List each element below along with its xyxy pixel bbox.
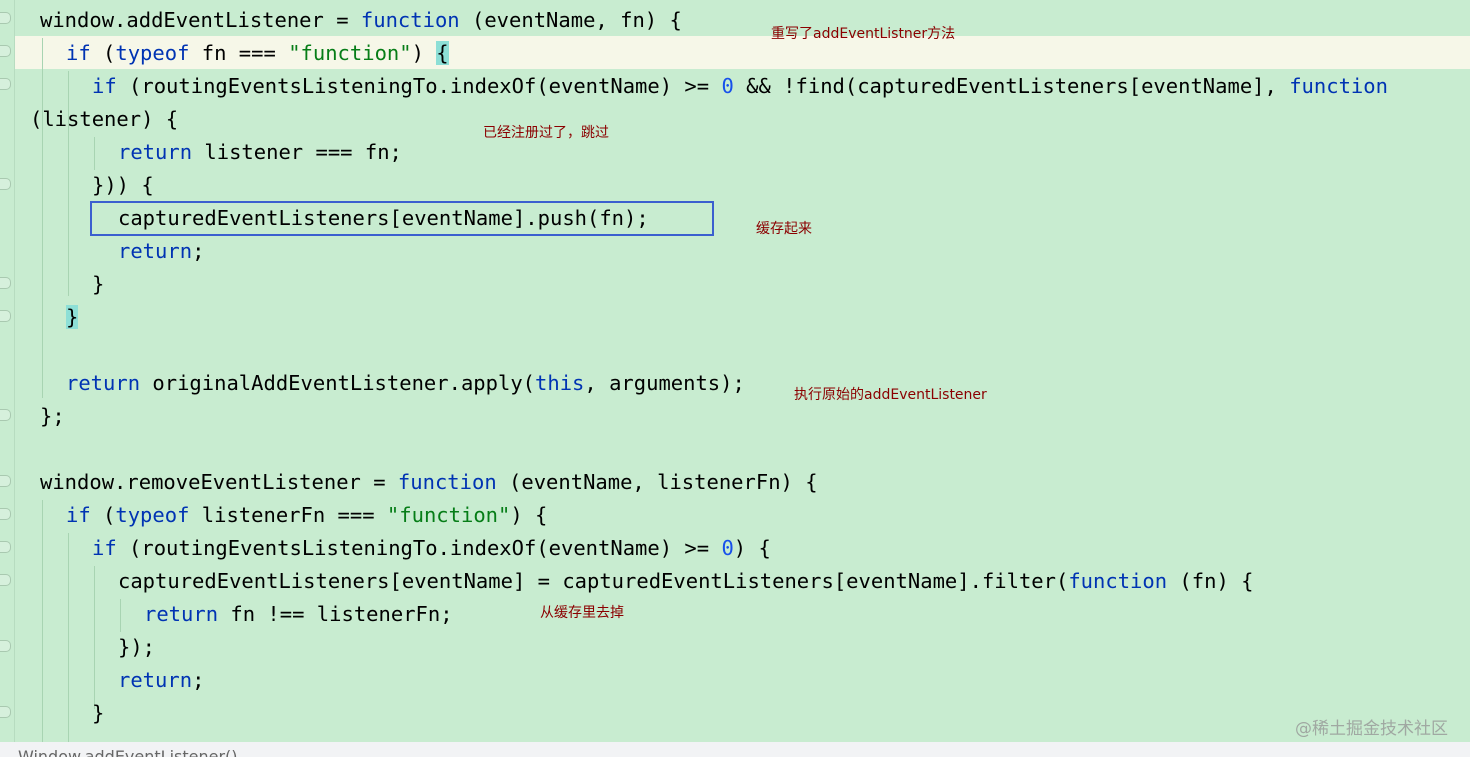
code-line: if (routingEventsListeningTo.indexOf(eve… — [92, 536, 771, 560]
matched-brace: } — [66, 305, 79, 329]
breadcrumb-bar[interactable]: Window.addEventListener() — [0, 742, 1470, 757]
annotation-execute-original: 执行原始的addEventListener — [794, 387, 987, 403]
code-line: return; — [118, 239, 205, 263]
fold-icon[interactable] — [0, 45, 11, 57]
indent-guide — [42, 500, 43, 742]
annotation-already-registered: 已经注册过了，跳过 — [483, 125, 609, 141]
code-line: if (routingEventsListeningTo.indexOf(eve… — [92, 74, 1388, 98]
code-line: } — [66, 301, 79, 334]
code-line: if (typeof fn === "function") { — [66, 41, 449, 65]
fold-icon[interactable] — [0, 12, 11, 24]
fold-icon[interactable] — [0, 277, 11, 289]
fold-icon[interactable] — [0, 475, 11, 487]
fold-icon[interactable] — [0, 310, 11, 322]
code-line: return fn !== listenerFn; — [144, 602, 453, 626]
indent-guide — [94, 566, 95, 709]
code-line: capturedEventListeners[eventName] = capt… — [118, 569, 1254, 593]
code-line: (listener) { — [30, 107, 179, 131]
breadcrumb-text[interactable]: Window.addEventListener() — [18, 748, 238, 757]
indent-guide — [42, 38, 43, 398]
indent-guide — [120, 599, 121, 632]
code-line: }; — [40, 404, 65, 428]
code-line: window.removeEventListener = function (e… — [40, 470, 818, 494]
watermark: @稀土掘金技术社区 — [1295, 719, 1448, 739]
annotation-cache: 缓存起来 — [756, 221, 812, 237]
annotation-override: 重写了addEventListner方法 — [771, 26, 956, 42]
fold-icon[interactable] — [0, 640, 11, 652]
code-line: })) { — [92, 173, 154, 197]
code-line: window.addEventListener = function (even… — [40, 8, 682, 32]
fold-icon[interactable] — [0, 508, 11, 520]
annotation-remove-from-cache: 从缓存里去掉 — [540, 605, 624, 621]
fold-icon[interactable] — [0, 574, 11, 586]
code-line: } — [92, 701, 105, 725]
code-line: return; — [118, 668, 205, 692]
code-line: return listener === fn; — [118, 140, 402, 164]
code-line: } — [92, 272, 105, 296]
code-line: return originalAddEventListener.apply(th… — [66, 371, 745, 395]
fold-icon[interactable] — [0, 78, 11, 90]
fold-icon[interactable] — [0, 409, 11, 421]
matched-brace: { — [436, 41, 449, 65]
fold-icon[interactable] — [0, 541, 11, 553]
code-line: }); — [118, 635, 156, 659]
indent-guide — [68, 533, 69, 742]
editor-gutter — [0, 0, 15, 742]
fold-icon[interactable] — [0, 178, 11, 190]
code-line: if (typeof listenerFn === "function") { — [66, 503, 548, 527]
highlight-box — [90, 201, 714, 236]
indent-guide — [94, 137, 95, 170]
fold-icon[interactable] — [0, 706, 11, 718]
